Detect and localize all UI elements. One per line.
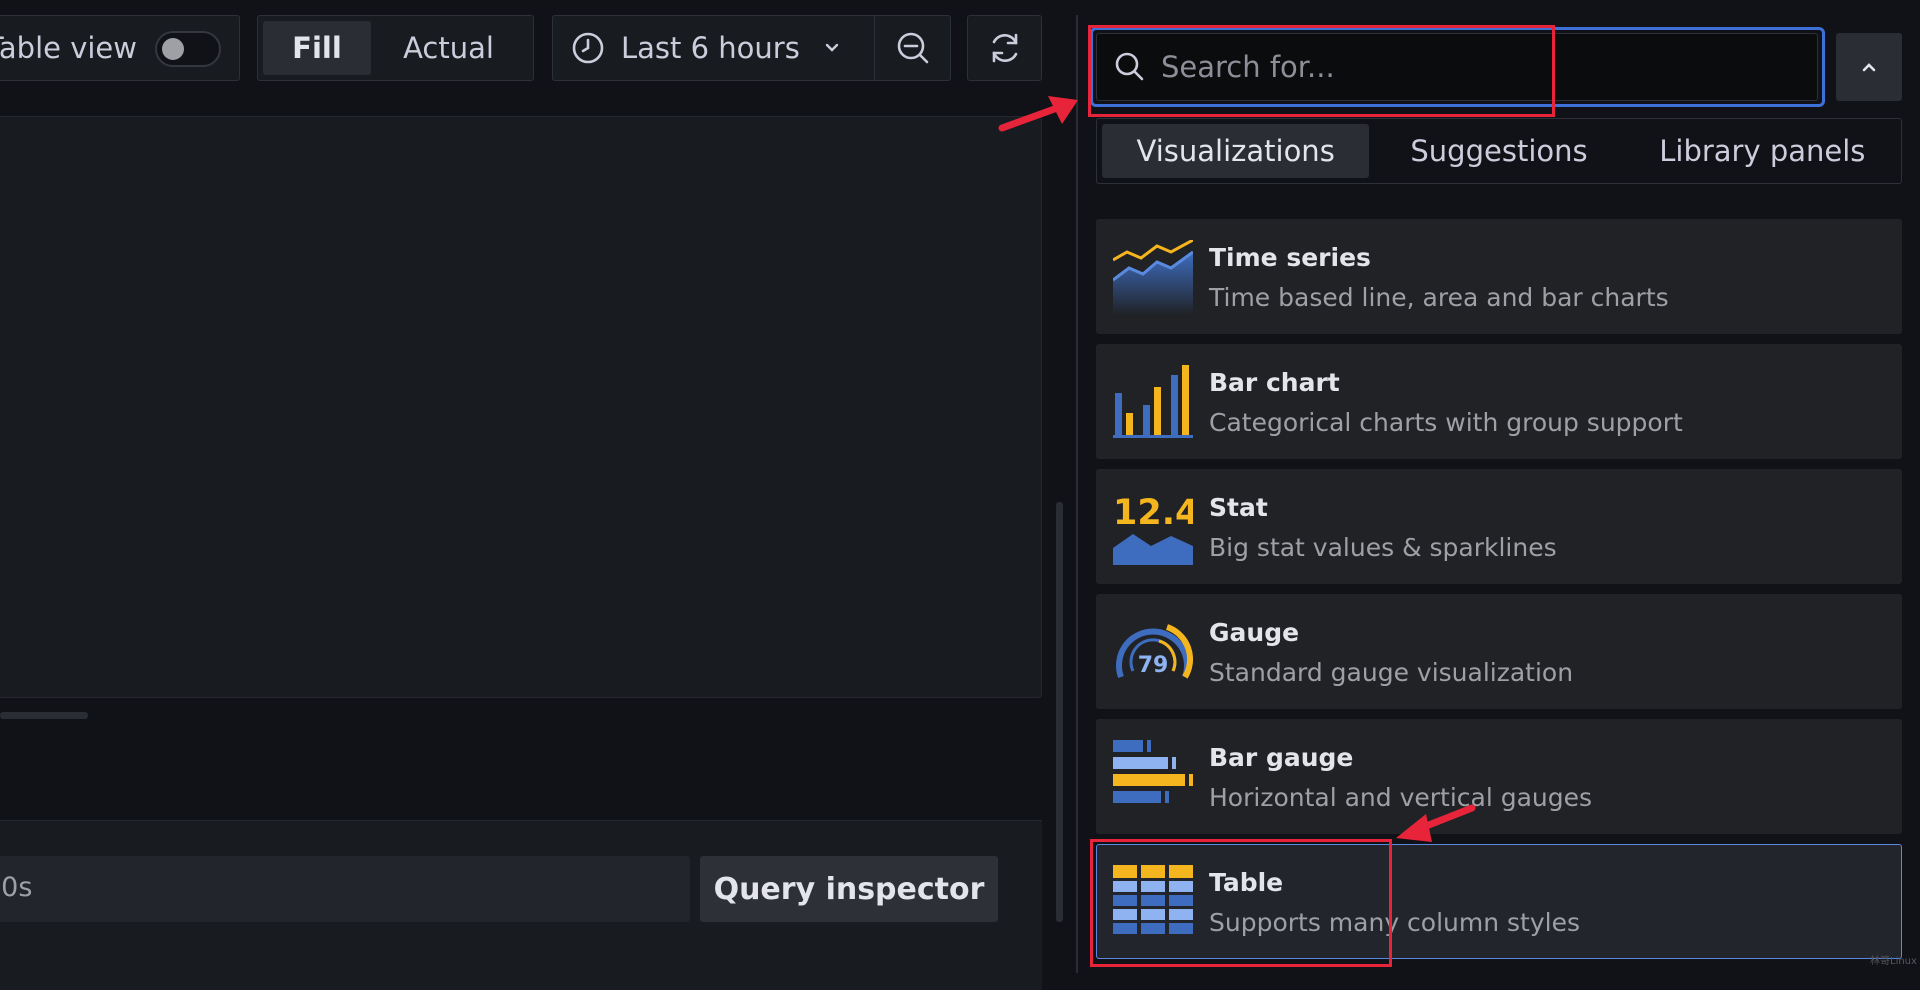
viz-card-description: Time based line, area and bar charts <box>1209 283 1669 312</box>
viz-card-title: Table <box>1209 868 1284 897</box>
horizontal-scrollbar[interactable] <box>0 712 88 719</box>
gauge-icon: 79 <box>1116 624 1193 679</box>
viz-card-title: Gauge <box>1209 618 1300 647</box>
time-picker: Last 6 hours <box>552 15 951 81</box>
fill-actual-radio-group: Fill Actual <box>257 15 534 81</box>
viz-card-table[interactable]: Table Supports many column styles <box>1096 844 1902 959</box>
viz-card-gauge[interactable]: 79 Gauge Standard gauge visualization <box>1096 594 1902 709</box>
picker-tabs: Visualizations Suggestions Library panel… <box>1096 118 1902 184</box>
search-icon <box>1115 52 1144 81</box>
viz-card-title: Time series <box>1209 243 1371 272</box>
arrow-annotation-icon <box>998 96 1078 132</box>
vertical-scrollbar[interactable] <box>1056 502 1063 922</box>
bar-gauge-icon <box>1113 740 1193 803</box>
tab-library-panels[interactable]: Library panels <box>1629 124 1896 178</box>
fill-option[interactable]: Fill <box>263 21 371 75</box>
stat-icon: 12.4 <box>1113 493 1193 565</box>
viz-card-description: Standard gauge visualization <box>1209 658 1574 687</box>
zoom-out-icon <box>897 32 928 64</box>
bar-chart-icon <box>1113 365 1193 438</box>
tab-visualizations[interactable]: Visualizations <box>1102 124 1370 178</box>
table-view-label: Table view <box>0 31 137 65</box>
viz-card-description: Categorical charts with group support <box>1209 408 1683 437</box>
collapse-picker-button[interactable] <box>1836 33 1902 101</box>
refresh-icon <box>992 33 1017 63</box>
table-icon <box>1113 865 1193 934</box>
refresh-button[interactable] <box>967 15 1042 81</box>
switch-knob <box>162 38 184 60</box>
search-input[interactable]: Search for... <box>1096 33 1818 101</box>
chevron-down-icon <box>825 43 839 52</box>
viz-card-description: Supports many column styles <box>1209 908 1581 937</box>
gauge-icon-text: 79 <box>1138 653 1169 678</box>
viz-card-bar-gauge[interactable]: Bar gauge Horizontal and vertical gauges <box>1096 719 1902 834</box>
stat-icon-text: 12.4 <box>1113 493 1193 533</box>
viz-card-title: Bar chart <box>1209 368 1340 397</box>
time-series-icon <box>1113 240 1193 315</box>
time-range-label: Last 6 hours <box>621 31 800 65</box>
tab-suggestions[interactable]: Suggestions <box>1369 124 1628 178</box>
table-view-switch[interactable] <box>155 31 221 67</box>
search-placeholder: Search for... <box>1161 50 1335 84</box>
clock-icon <box>572 32 604 64</box>
viz-card-title: Bar gauge <box>1209 743 1354 772</box>
viz-card-title: Stat <box>1209 493 1268 522</box>
chevron-up-icon <box>1862 63 1876 72</box>
viz-card-bar-chart[interactable]: Bar chart Categorical charts with group … <box>1096 344 1902 459</box>
panel-preview <box>0 116 1042 698</box>
viz-card-time-series[interactable]: Time series Time based line, area and ba… <box>1096 219 1902 334</box>
zoom-out-button[interactable] <box>875 16 950 80</box>
interval-value: 20s <box>0 872 33 903</box>
interval-field[interactable] <box>0 856 690 922</box>
actual-option[interactable]: Actual <box>371 21 526 75</box>
arrow-annotation-icon <box>1396 804 1476 842</box>
viz-card-description: Big stat values & sparklines <box>1209 533 1557 562</box>
viz-card-stat[interactable]: 12.4 Stat Big stat values & sparklines <box>1096 469 1902 584</box>
time-range-button[interactable]: Last 6 hours <box>553 16 876 80</box>
watermark: 林哥Linux <box>1870 956 1917 967</box>
query-inspector-button[interactable]: Query inspector <box>700 856 998 922</box>
